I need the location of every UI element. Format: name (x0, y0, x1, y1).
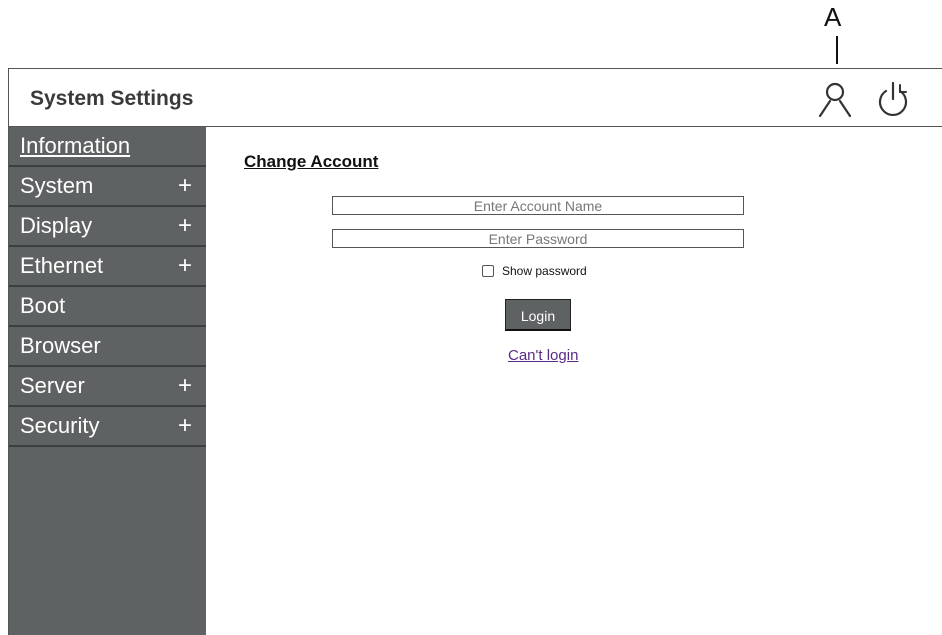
expand-plus-icon[interactable]: + (178, 367, 192, 405)
sidebar-item-label: Display (20, 213, 93, 238)
settings-window: System Settings Information System + Dis… (8, 68, 942, 635)
login-button[interactable]: Login (505, 299, 571, 331)
show-password-row: Show password (482, 264, 587, 278)
main-content: Change Account Show password Login Can't… (206, 127, 942, 635)
sidebar-item-label: Browser (20, 333, 101, 358)
sidebar-item-label: Boot (20, 293, 66, 318)
expand-plus-icon[interactable]: + (178, 207, 192, 245)
header-bar: System Settings (9, 69, 942, 127)
sidebar-item-label: Information (20, 133, 131, 158)
show-password-checkbox[interactable] (482, 265, 494, 277)
sidebar-item-server[interactable]: Server + (9, 367, 206, 407)
sidebar-item-label: Server (20, 373, 85, 398)
expand-plus-icon[interactable]: + (178, 247, 192, 285)
sidebar-item-display[interactable]: Display + (9, 207, 206, 247)
callout-pointer-line (836, 36, 838, 64)
sidebar-item-boot[interactable]: Boot (9, 287, 206, 327)
power-icon[interactable] (873, 79, 913, 119)
sidebar-item-system[interactable]: System + (9, 167, 206, 207)
app-title: System Settings (30, 87, 194, 110)
user-icon[interactable] (815, 79, 855, 119)
sidebar-item-browser[interactable]: Browser (9, 327, 206, 367)
sidebar-item-ethernet[interactable]: Ethernet + (9, 247, 206, 287)
sidebar-item-security[interactable]: Security + (9, 407, 206, 447)
page: A System Settings Information System + D… (0, 0, 942, 635)
sidebar-item-label: Ethernet (20, 253, 104, 278)
show-password-label: Show password (502, 264, 587, 278)
sidebar: Information System + Display + Ethernet … (9, 127, 206, 635)
section-title: Change Account (244, 152, 379, 171)
sidebar-item-label: Security (20, 413, 100, 438)
expand-plus-icon[interactable]: + (178, 407, 192, 445)
expand-plus-icon[interactable]: + (178, 167, 192, 205)
password-input[interactable] (332, 229, 744, 248)
callout-label-a: A (824, 2, 842, 32)
sidebar-item-information[interactable]: Information (9, 127, 206, 167)
sidebar-item-label: System (20, 173, 94, 198)
cant-login-link[interactable]: Can't login (508, 347, 578, 364)
account-name-input[interactable] (332, 196, 744, 215)
